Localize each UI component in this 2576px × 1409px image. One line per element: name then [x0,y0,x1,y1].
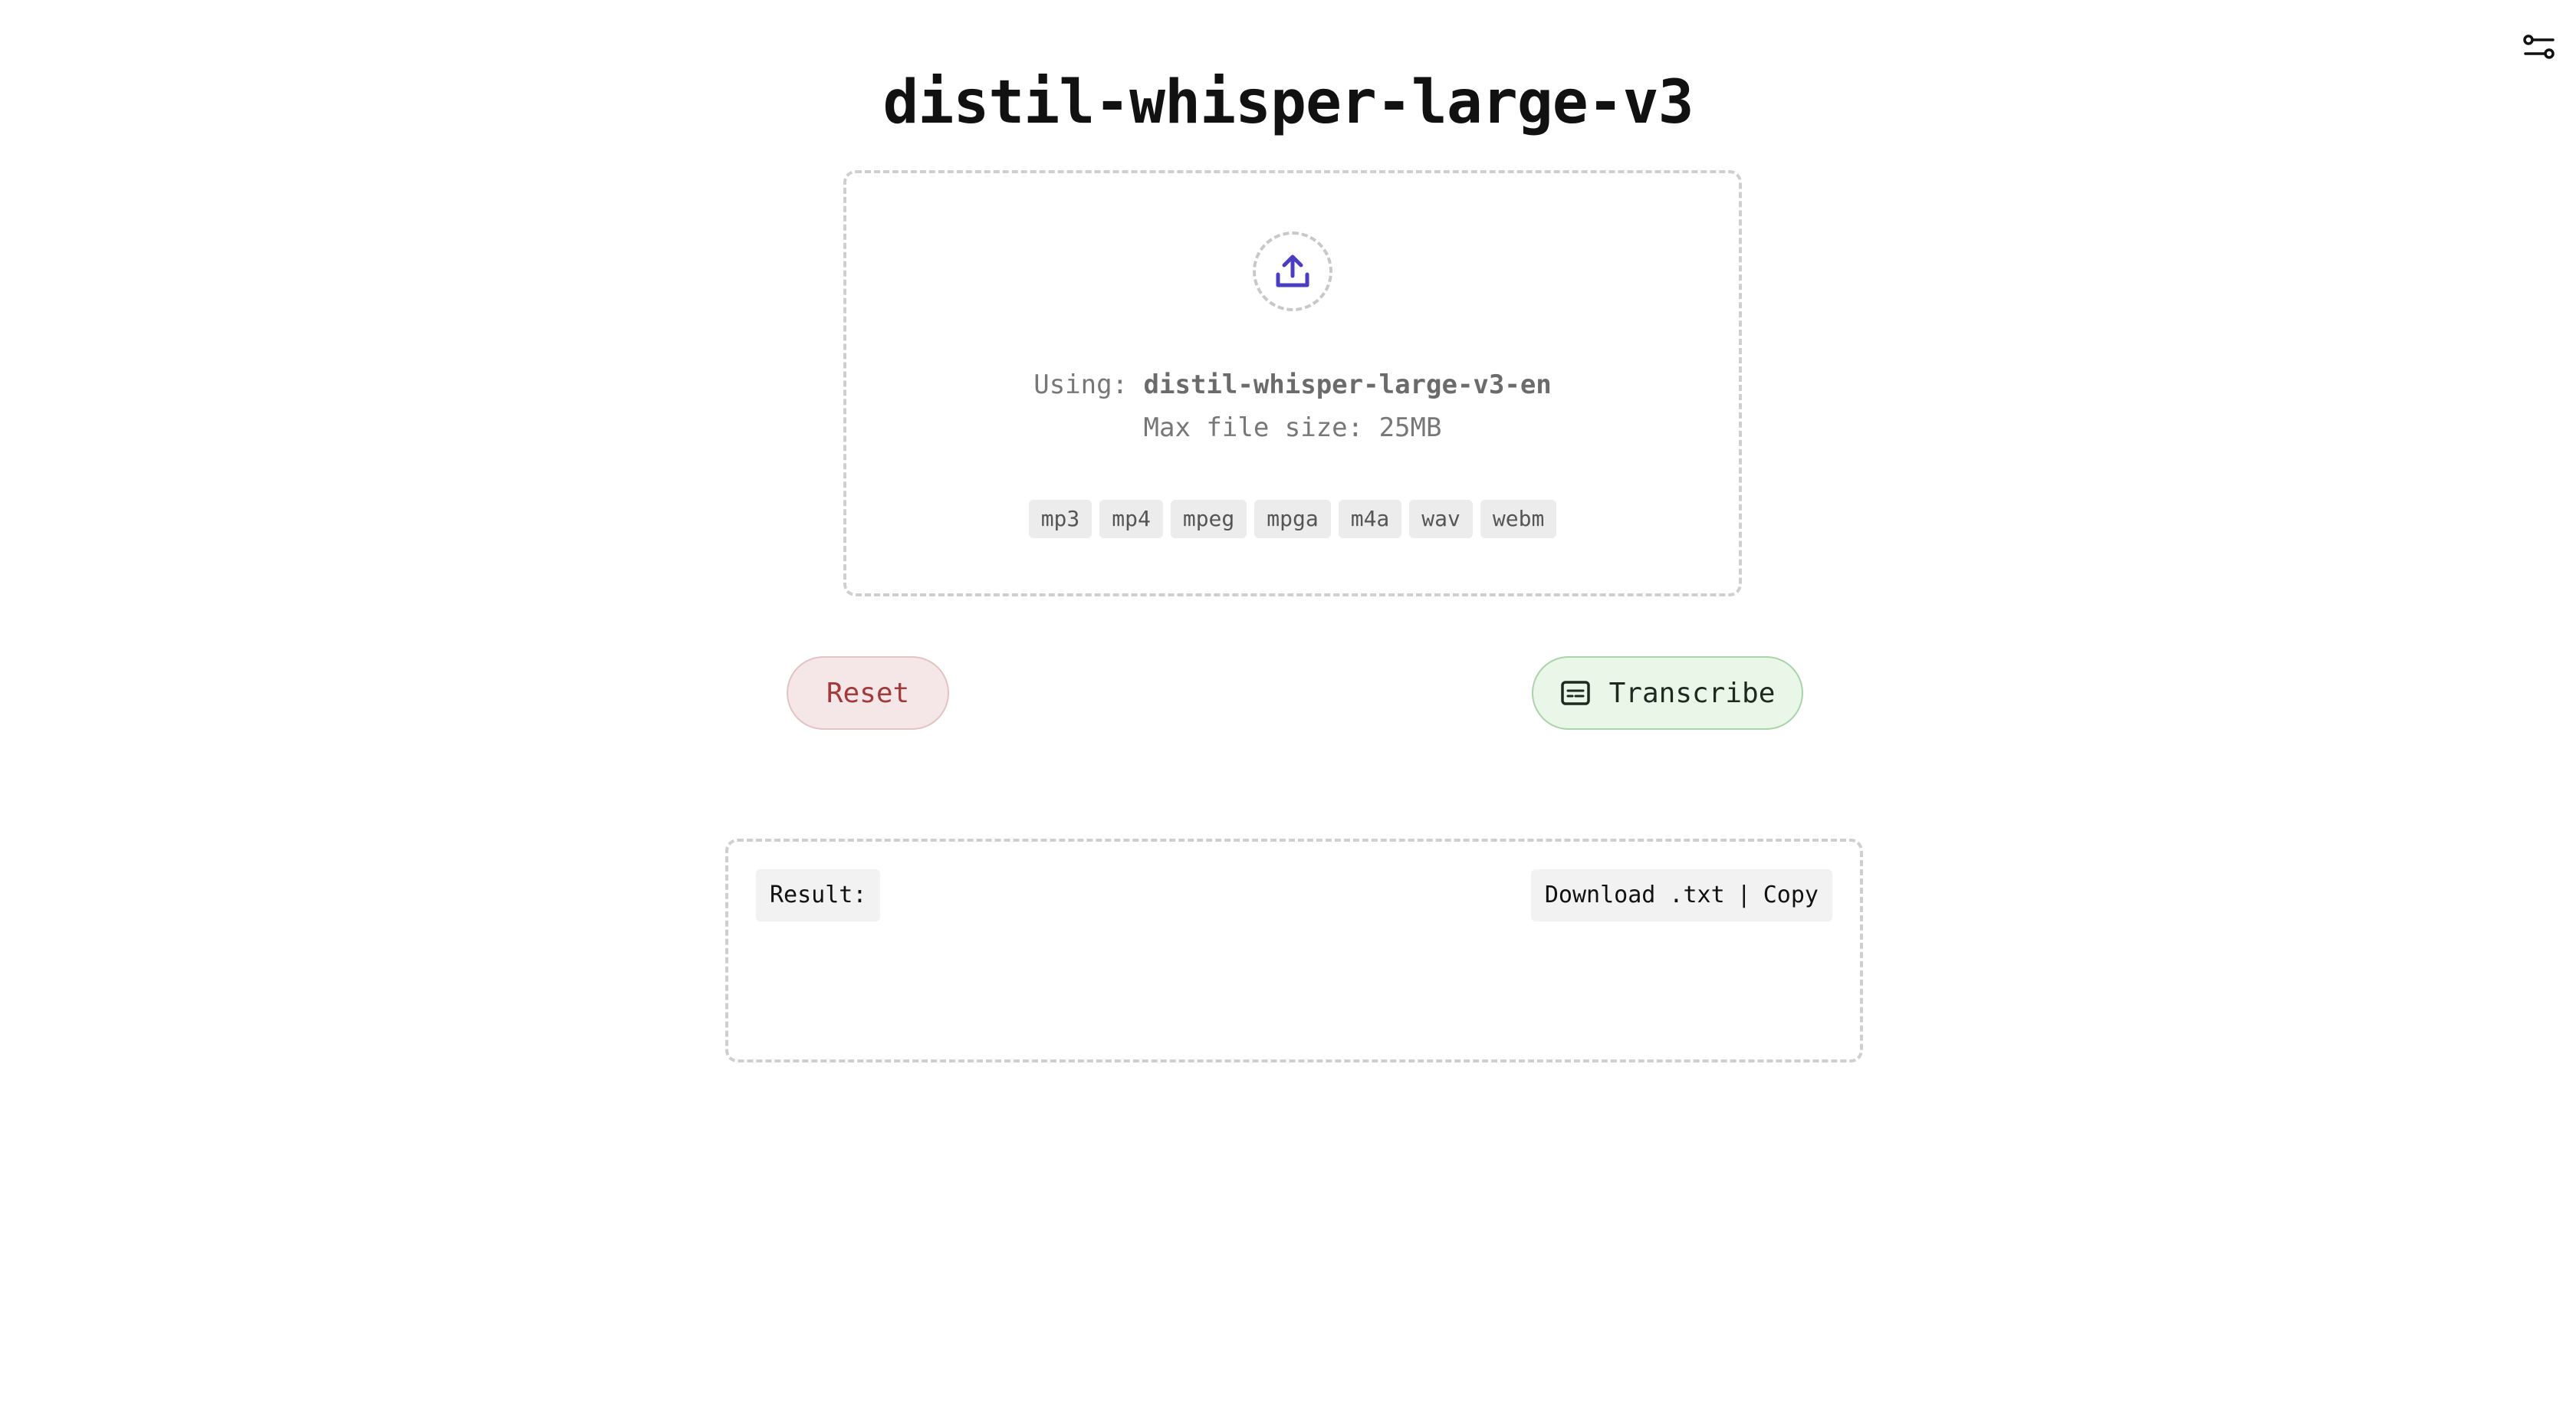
supported-formats: mp3 mp4 mpeg mpga m4a wav webm [846,500,1739,538]
transcribe-label: Transcribe [1608,677,1776,709]
transcribe-button[interactable]: Transcribe [1532,656,1803,730]
format-chip: mp3 [1028,500,1092,538]
format-chip: mp4 [1099,500,1163,538]
result-panel: Result: Download .txt | Copy [725,839,1863,1062]
subtitles-icon [1560,681,1590,705]
settings-button[interactable] [2521,29,2558,66]
format-chip: wav [1409,500,1473,538]
file-dropzone[interactable]: Using: distil-whisper-large-v3-en Max fi… [843,170,1742,596]
download-txt-link[interactable]: Download .txt [1545,869,1725,921]
format-chip: m4a [1338,500,1402,538]
format-chip: webm [1480,500,1557,538]
upload-icon [1276,255,1309,287]
using-label: Using: [1033,369,1129,400]
upload-button[interactable] [1253,232,1332,311]
model-info: Using: distil-whisper-large-v3-en [846,368,1739,402]
actions-separator: | [1737,882,1751,908]
result-text [756,937,1832,1041]
settings-sliders-icon [2523,34,2555,59]
page: distil-whisper-large-v3 Using: distil-wh… [0,0,2576,1409]
copy-link[interactable]: Copy [1763,869,1819,921]
result-actions: Download .txt | Copy [1530,869,1832,921]
model-name: distil-whisper-large-v3-en [1143,369,1552,400]
result-label: Result: [756,869,881,921]
page-title: distil-whisper-large-v3 [882,68,1694,137]
reset-button[interactable]: Reset [787,656,949,730]
format-chip: mpeg [1170,500,1247,538]
format-chip: mpga [1254,500,1331,538]
max-file-size: Max file size: 25MB [1143,412,1442,443]
